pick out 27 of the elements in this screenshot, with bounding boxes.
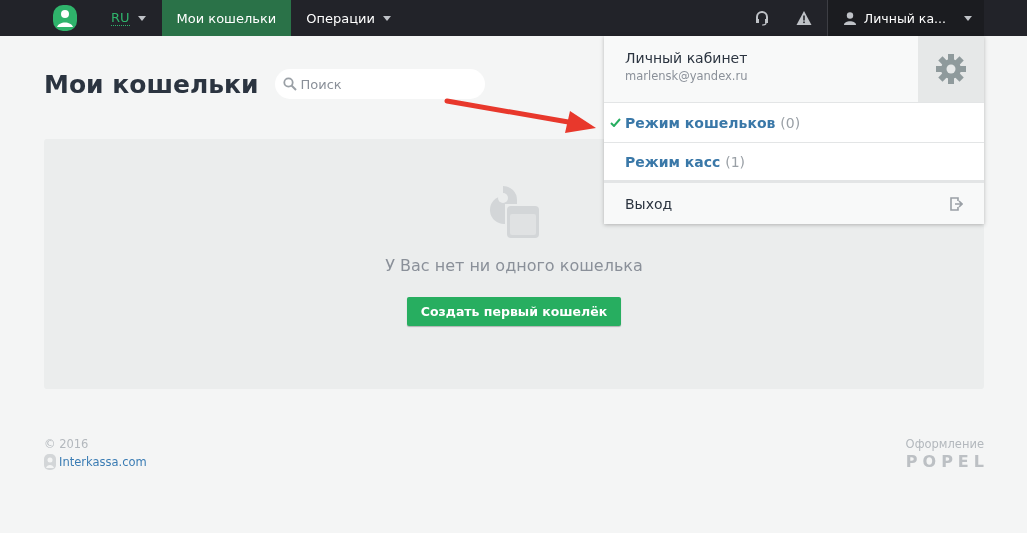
credit-label: Оформление — [905, 437, 984, 451]
search-field[interactable]: Поиск — [274, 69, 485, 99]
site-link[interactable]: Interkassa.com — [59, 455, 147, 469]
warning-icon[interactable] — [795, 10, 812, 26]
language-selector[interactable]: RU — [109, 0, 148, 36]
logout-icon — [950, 196, 963, 211]
copyright-text: © 2016 — [44, 437, 90, 451]
caret-icon — [137, 15, 146, 21]
nav-tab[interactable]: Операции — [291, 0, 406, 36]
logo-icon — [44, 454, 56, 470]
user-icon — [843, 11, 856, 25]
gear-icon — [935, 53, 967, 85]
account-email: marlensk@yandex.ru — [625, 69, 749, 83]
mode-option[interactable]: Режим кошельков (0) — [604, 103, 984, 143]
headset-icon[interactable] — [753, 10, 770, 26]
empty-message: У Вас нет ни одного кошелька — [385, 256, 643, 275]
logout-button[interactable]: Выход — [604, 183, 984, 224]
nav-tab[interactable]: Мои кошельки — [161, 0, 292, 36]
account-title: Личный кабинет — [625, 50, 749, 66]
logo-icon[interactable] — [53, 5, 77, 31]
search-icon — [282, 77, 297, 91]
wallet-user-icon — [489, 186, 539, 238]
caret-icon — [964, 15, 972, 21]
page-heading: Мои кошельки — [44, 69, 259, 99]
account-menu-button[interactable]: Личный ка... — [827, 0, 984, 36]
mode-option[interactable]: Режим касс (1) — [604, 143, 984, 183]
credit-brand: POPEL — [905, 452, 989, 471]
